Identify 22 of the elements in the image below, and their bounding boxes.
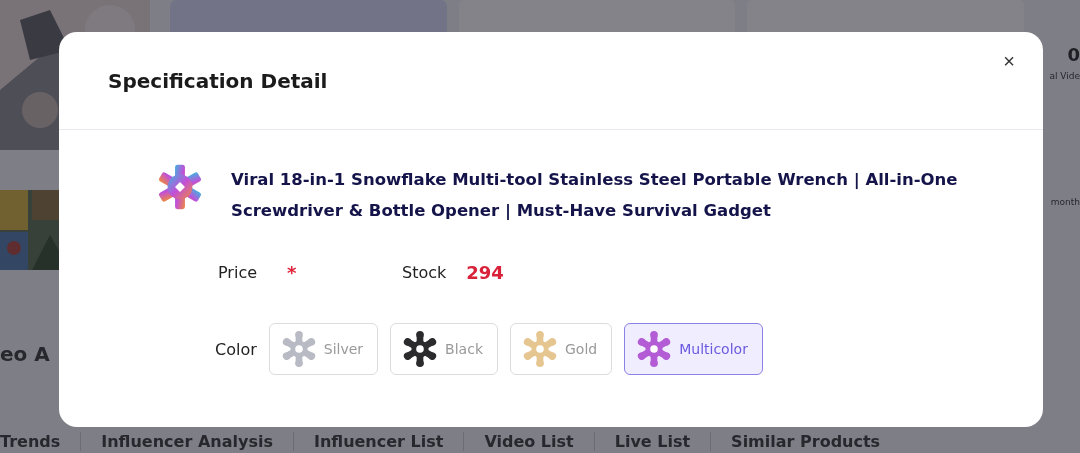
color-label: Color (215, 339, 257, 359)
color-option[interactable]: Black (390, 323, 498, 375)
stat-label: al Vide (1049, 71, 1080, 81)
tab[interactable]: Video List (463, 432, 594, 451)
section-heading: eo A (0, 342, 50, 366)
stock-label: Stock (402, 263, 447, 282)
stat-value: 0 (1067, 44, 1080, 65)
tab[interactable]: Influencer Analysis (80, 432, 293, 451)
tab[interactable]: Similar Products (710, 432, 901, 451)
dialog-title: Specification Detail (108, 68, 328, 93)
tab[interactable]: Influencer List (292, 432, 464, 451)
close-button[interactable]: × (999, 50, 1019, 73)
color-option[interactable]: Silver (268, 323, 379, 375)
period-label: month (1050, 197, 1080, 207)
price-value: * (287, 262, 298, 283)
product-name: Viral 18-in-1 Snowflake Multi-tool Stainless Steel Portable Wrench | All-in-One Screwdriver & Bottle Opener | Must-Have Survival Gadget (231, 169, 959, 222)
stock-value: 294 (466, 262, 504, 283)
price-label: Price (218, 263, 258, 282)
color-option[interactable]: Multicolor (624, 323, 763, 375)
color-option[interactable]: Gold (510, 323, 613, 375)
tab[interactable]: Trends (0, 432, 81, 451)
tab[interactable]: Live List (593, 432, 711, 451)
